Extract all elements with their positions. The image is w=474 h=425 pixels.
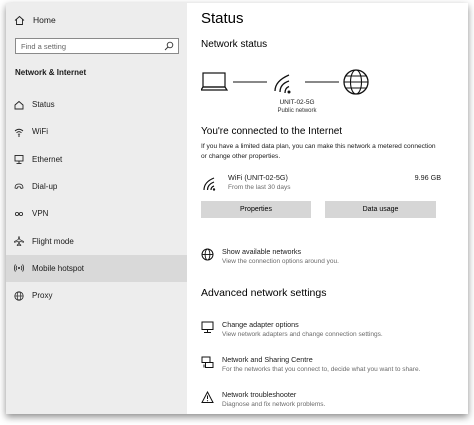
link-title: Network and Sharing Centre [222,355,313,364]
link-title: Network troubleshooter [222,390,297,399]
wifi-connection-row: WiFi (UNIT-02-5G) From the last 30 days … [201,171,441,195]
sidebar-item-label: VPN [32,209,49,219]
sidebar-item-label: Ethernet [32,154,63,164]
adapter-icon [201,321,214,334]
wifi-icon [14,127,24,137]
data-usage-button[interactable]: Data usage [325,201,436,218]
sidebar: Home Find a setting Network & Internet S… [6,3,187,414]
sidebar-item-status[interactable]: Status [6,91,187,118]
network-troubleshooter-link[interactable]: Network troubleshooter Diagnose and fix … [201,389,461,413]
link-title: Change adapter options [222,320,299,329]
globe-icon [14,291,24,301]
status-icon [14,100,24,110]
home-icon [14,15,25,26]
show-available-networks-link[interactable]: Show available networks View the connect… [201,246,461,270]
wifi-data-usage: 9.96 GB [414,173,441,182]
link-title: Show available networks [222,247,302,256]
internet-globe-icon [343,69,369,95]
vpn-icon [14,209,24,219]
sidebar-item-flight-mode[interactable]: Flight mode [6,227,187,254]
network-type: Public network [277,108,317,114]
network-name: UNIT-02-5G [279,99,315,106]
wifi-icon [203,177,219,191]
network-status-title: Network status [201,39,268,50]
properties-button[interactable]: Properties [201,201,311,218]
link-description: Diagnose and fix network problems. [222,401,326,408]
advanced-settings-title: Advanced network settings [201,287,327,299]
sidebar-item-mobile-hotspot[interactable]: Mobile hotspot [6,254,187,283]
show-networks-icon [201,248,214,261]
airplane-icon [14,235,24,247]
sidebar-item-vpn[interactable]: VPN [6,200,187,227]
hotspot-icon [14,263,24,273]
sidebar-item-label: WiFi [32,127,48,137]
wifi-connection-period: From the last 30 days [228,184,291,191]
warning-icon [201,390,214,404]
link-description: View network adapters and change connect… [222,331,383,338]
wifi-signal-icon [274,74,291,94]
sidebar-item-proxy[interactable]: Proxy [6,282,187,309]
search-placeholder: Find a setting [21,41,67,51]
search-input[interactable]: Find a setting [15,38,179,54]
sidebar-item-label: Mobile hotspot [32,263,85,273]
sharing-centre-icon [201,356,214,369]
wifi-connection-name: WiFi (UNIT-02-5G) [228,173,288,182]
link-description: For the networks that you connect to, de… [222,366,421,373]
sidebar-section-title: Network & Internet [15,68,87,77]
sidebar-item-label: Flight mode [32,236,74,246]
sidebar-item-ethernet[interactable]: Ethernet [6,146,187,173]
connected-title: You're connected to the Internet [201,126,343,137]
connected-description: If you have a limited data plan, you can… [201,143,436,160]
home-nav-item[interactable]: Home [6,9,187,31]
sidebar-item-label: Dial-up [32,182,58,192]
settings-window: Home Find a setting Network & Internet S… [6,3,468,414]
sidebar-item-label: Status [32,100,55,110]
page-title: Status [201,10,244,27]
ethernet-icon [14,154,24,165]
main-content: Status Network status UNIT-02-5G Public … [187,3,468,414]
change-adapter-options-link[interactable]: Change adapter options View network adap… [201,319,461,343]
sidebar-item-dialup[interactable]: Dial-up [6,173,187,200]
sidebar-item-wifi[interactable]: WiFi [6,118,187,145]
home-label: Home [33,15,56,25]
search-icon[interactable] [164,41,174,51]
sidebar-item-label: Proxy [32,291,53,301]
link-description: View the connection options around you. [222,258,339,265]
sidebar-nav: Status WiFi Ethernet Dial-up VPN Flight … [6,91,187,309]
dialup-icon [14,182,24,192]
laptop-icon [201,72,229,91]
network-sharing-centre-link[interactable]: Network and Sharing Centre For the netwo… [201,354,461,378]
